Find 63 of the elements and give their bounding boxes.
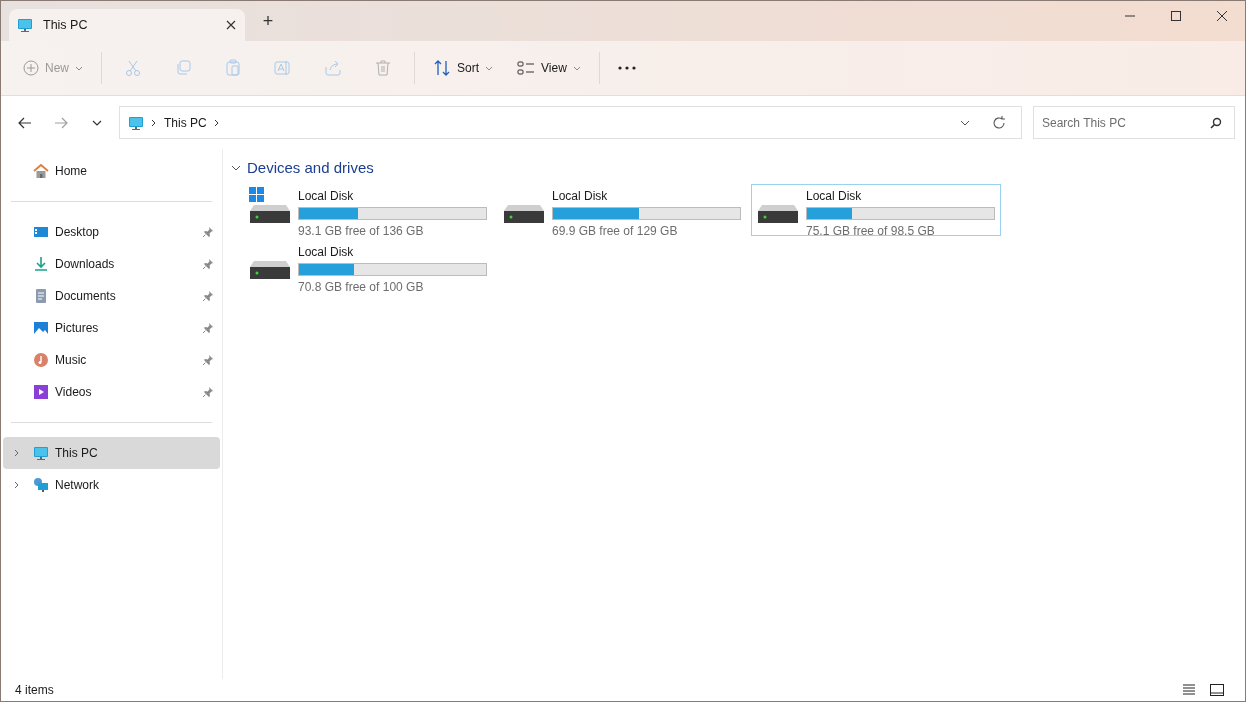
sidebar-item[interactable]: Desktop	[3, 216, 220, 248]
document-icon	[33, 288, 49, 304]
chevron-icon	[212, 118, 221, 127]
home-icon	[33, 163, 49, 179]
search-icon	[1209, 116, 1223, 130]
pictures-icon	[33, 320, 49, 336]
pin-icon	[202, 322, 214, 334]
view-icon	[517, 59, 536, 77]
drive-name: Local Disk	[806, 187, 863, 205]
music-icon	[33, 352, 49, 368]
computer-icon	[33, 445, 49, 461]
breadcrumb[interactable]: This PC	[164, 113, 207, 132]
drive-name: Local Disk	[552, 187, 609, 205]
search-field[interactable]: Search This PC	[1033, 106, 1235, 139]
refresh-icon	[992, 115, 1006, 130]
chevron-icon[interactable]	[13, 449, 21, 457]
sidebar-item[interactable]: Videos	[3, 376, 220, 408]
pin-icon	[202, 290, 214, 302]
video-icon	[33, 384, 49, 400]
sidebar-item[interactable]: Pictures	[3, 312, 220, 344]
hard-drive-icon	[504, 204, 544, 223]
close-icon	[1217, 11, 1227, 21]
new-tab-button[interactable]: +	[245, 6, 291, 36]
hard-drive-icon	[758, 204, 798, 223]
chevron-icon[interactable]	[13, 481, 21, 489]
maximize-icon	[1171, 11, 1181, 21]
sidebar-item[interactable]: Documents	[3, 280, 220, 312]
drive-name: Local Disk	[298, 187, 355, 205]
plus-icon	[23, 60, 39, 76]
close-icon[interactable]	[225, 19, 237, 31]
network-icon	[33, 477, 49, 493]
caret-icon	[572, 64, 581, 72]
section-title: Devices and drives	[247, 158, 374, 178]
hard-drive-icon	[249, 186, 290, 223]
pin-icon	[202, 354, 214, 366]
computer-icon	[17, 17, 33, 33]
sidebar-item[interactable]: Music	[3, 344, 220, 376]
caret-icon	[75, 64, 83, 72]
tab-title: This PC	[43, 16, 89, 34]
list-icon	[1182, 684, 1196, 696]
chevron-icon	[150, 118, 158, 127]
download-icon	[33, 256, 49, 272]
toolbar-button[interactable]: Sort	[423, 50, 504, 86]
toolbar-button[interactable]: View	[507, 50, 591, 86]
sidebar-item[interactable]: Home	[3, 155, 220, 187]
sidebar-item[interactable]: Network	[3, 469, 220, 501]
desktop-icon	[33, 224, 49, 240]
computer-icon	[128, 114, 144, 131]
caret-icon	[485, 64, 494, 72]
pin-icon	[202, 386, 214, 398]
tab[interactable]: This PC	[9, 9, 245, 41]
pin-icon	[202, 258, 214, 270]
drive-tile[interactable]: Local Disk 75.1 GB free of 98.5 GB	[751, 183, 1001, 236]
preview-pane-icon	[1210, 684, 1224, 696]
drive-name: Local Disk	[298, 243, 355, 261]
more-icon	[617, 66, 636, 70]
pin-icon	[202, 226, 214, 238]
sidebar-item[interactable]: Downloads	[3, 248, 220, 280]
sidebar-item[interactable]: This PC	[3, 437, 220, 469]
hard-drive-icon	[250, 260, 290, 279]
address-bar[interactable]: This PC	[119, 106, 1022, 139]
sort-icon	[433, 59, 451, 77]
item-count: 4 items	[15, 682, 54, 699]
